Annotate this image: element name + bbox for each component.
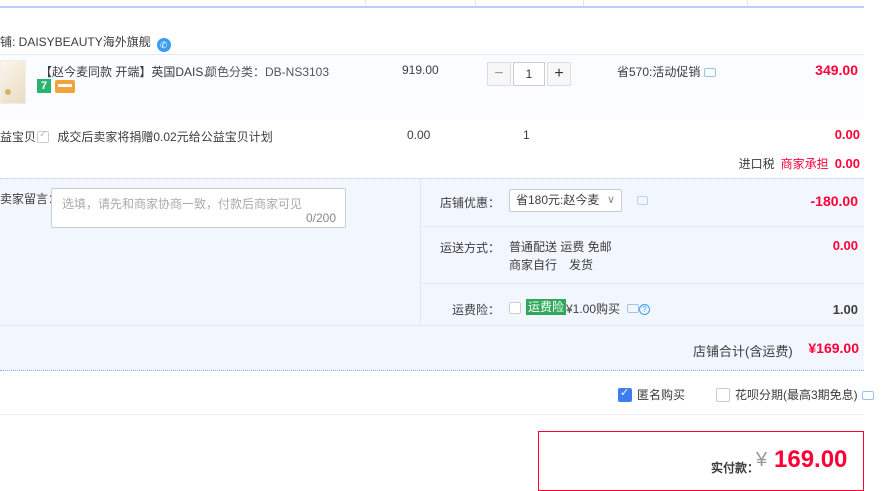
insurance-value: 1.00 [832, 302, 858, 317]
tax-value: 0.00 [834, 156, 860, 171]
item-thumbnail[interactable] [0, 60, 26, 104]
quantity-input[interactable]: 1 [513, 62, 545, 86]
header-divider [747, 0, 748, 6]
shop-discount-selected: 省180元:赵今麦 [516, 193, 600, 207]
huabei-label: 花呗分期(最高3期免息) [735, 388, 858, 402]
chat-icon[interactable] [704, 68, 717, 77]
help-icon[interactable]: ? [639, 304, 650, 315]
table-header-line [0, 6, 864, 8]
row-divider [0, 325, 864, 326]
charity-subtotal: 0.00 [834, 127, 860, 142]
charity-label: 益宝贝 [0, 130, 37, 144]
charity-quantity: 1 [523, 128, 530, 142]
promo-text: 省570:活动促销 [617, 65, 701, 79]
huabei-checkbox[interactable] [716, 388, 730, 402]
item-subtotal: 349.00 [815, 62, 858, 78]
message-placeholder: 选填，请先和商家协商一致，付款后商家可见 [62, 197, 303, 211]
insurance-badge: 运费险 [526, 299, 567, 315]
seven-day-return-icon: 7 [37, 79, 51, 93]
wangwang-icon[interactable]: ✆ [156, 38, 171, 52]
chat-icon[interactable] [627, 304, 639, 313]
charity-row: 成交后卖家将捐赠0.02元给公益宝贝计划 [37, 128, 273, 145]
panel-divider [420, 178, 421, 325]
chat-icon[interactable] [637, 196, 648, 205]
anonymous-label: 匿名购买 [637, 388, 686, 402]
insurance-icons: ? [627, 301, 650, 315]
shop-name[interactable]: 铺: DAISYBEAUTY海外旗舰 [0, 35, 151, 49]
shop-name-row: 铺: DAISYBEAUTY海外旗舰 ✆ [0, 33, 171, 52]
item-promo: 省570:活动促销 [617, 63, 717, 80]
tax-bearer: 商家承担 [780, 157, 829, 171]
row-divider [421, 226, 864, 227]
shop-total-value: ¥169.00 [808, 340, 859, 356]
payment-total: 169.00 [774, 446, 848, 473]
payment-label: 实付款： [711, 461, 760, 475]
charity-price: 0.00 [407, 128, 431, 142]
huabei-option[interactable]: 花呗分期(最高3期免息) [716, 386, 874, 403]
shipping-value: 0.00 [832, 238, 858, 253]
shop-total-label: 店铺合计(含运费) [693, 344, 793, 359]
quantity-minus-button[interactable]: − [487, 62, 511, 86]
shop-discount-value: -180.00 [810, 193, 858, 209]
charity-desc: 成交后卖家将捐赠0.02元给公益宝贝计划 [57, 130, 273, 144]
header-divider [583, 0, 584, 6]
anonymous-checkbox[interactable] [618, 386, 632, 402]
quantity-plus-button[interactable]: + [547, 62, 571, 86]
insurance-checkbox[interactable] [509, 302, 521, 314]
shipping-dispatch: 商家自行 发货 [509, 258, 594, 272]
section-divider [0, 414, 864, 415]
header-divider [365, 0, 366, 6]
item-title[interactable]: 【赵今麦同款 开端】英国DAIS... [40, 63, 213, 80]
message-counter: 0/200 [306, 211, 337, 225]
shop-discount-label: 店铺优惠： [440, 196, 501, 210]
anonymous-option[interactable]: 匿名购买 [618, 386, 685, 403]
shipping-label: 运送方式： [440, 241, 501, 255]
insurance-price: ¥1.00购买 [566, 302, 621, 316]
payment-currency: ¥ [756, 449, 768, 471]
chat-icon[interactable] [861, 391, 874, 400]
insurance-label: 运费险： [452, 303, 501, 317]
row-divider [421, 283, 864, 284]
tax-label: 进口税 [738, 157, 775, 171]
item-sku: 颜色分类：DB-NS3103 [205, 65, 330, 79]
header-divider [475, 0, 476, 6]
shipping-method: 普通配送 运费 免邮 [509, 240, 612, 254]
credit-card-icon [55, 80, 75, 93]
charity-checkbox [37, 129, 49, 143]
import-tax-row: 进口税 商家承担 0.00 [739, 155, 860, 172]
shop-discount-select[interactable]: 省180元:赵今麦 ∨ [509, 189, 622, 212]
item-price: 919.00 [402, 63, 439, 77]
chevron-down-icon: ∨ [606, 194, 615, 206]
